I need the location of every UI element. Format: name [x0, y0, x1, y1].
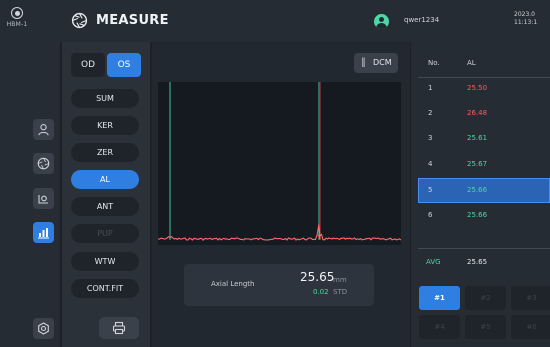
column-header-no: No.: [428, 59, 440, 67]
user-avatar-icon[interactable]: [374, 14, 389, 29]
divider: [418, 77, 550, 78]
eye-os-button[interactable]: OS: [107, 53, 141, 77]
result-label: Axial Length: [211, 280, 255, 288]
slot-2-button[interactable]: #2: [465, 286, 506, 310]
logo-label: HBM-1: [6, 21, 28, 28]
param-wtw-button[interactable]: WTW: [71, 252, 139, 271]
table-row-no: 4: [428, 160, 433, 168]
table-row-no: 6: [428, 211, 433, 219]
printer-icon: [112, 321, 126, 335]
table-row-no: 3: [428, 134, 433, 142]
table-row-al[interactable]: 25.66: [467, 186, 487, 194]
person-icon[interactable]: [33, 119, 54, 140]
column-header-al: AL: [467, 59, 476, 67]
aperture-icon[interactable]: [33, 153, 54, 174]
axial-scan-waveform: [158, 82, 401, 245]
slot-3-button[interactable]: #3: [511, 286, 550, 310]
avg-value: 25.65: [467, 258, 488, 266]
table-row-al[interactable]: 25.50: [467, 84, 487, 92]
time-line: 11:13:1: [514, 19, 538, 26]
hbm-logo-icon[interactable]: HBM-1: [4, 7, 30, 28]
date-line: 2023.0: [514, 11, 535, 18]
table-row-al[interactable]: 25.61: [467, 134, 487, 142]
dcm-button[interactable]: ║ DCM: [354, 53, 398, 73]
result-value: 25.65: [300, 270, 335, 284]
result-unit: mm: [333, 276, 347, 284]
divider: [418, 248, 550, 249]
avg-label: AVG: [426, 258, 441, 266]
username: qwer1234: [404, 16, 440, 24]
eye-od-button[interactable]: OD: [71, 53, 105, 77]
slot-5-button[interactable]: #5: [465, 315, 506, 339]
signal-icon: ║: [361, 58, 366, 67]
bar-chart-icon[interactable]: [33, 222, 54, 243]
slot-6-button[interactable]: #6: [511, 315, 550, 339]
std-label: STD: [333, 288, 348, 296]
print-button[interactable]: [99, 317, 139, 339]
std-value: 0.02: [313, 288, 329, 296]
aperture-icon: [71, 12, 88, 29]
table-row-al[interactable]: 25.67: [467, 160, 487, 168]
signal-trace: [158, 223, 401, 241]
date-time: 2023.0 11:13:1: [514, 11, 537, 27]
slot-4-button[interactable]: #4: [419, 315, 460, 339]
param-ker-button[interactable]: KER: [71, 116, 139, 135]
slot-1-button[interactable]: #1: [419, 286, 460, 310]
table-row-no: 2: [428, 109, 433, 117]
param-al-button[interactable]: AL: [71, 170, 139, 189]
table-row-no: 5: [428, 186, 433, 194]
page-title: MEASURE: [96, 13, 169, 28]
param-pup-button: PUP: [71, 224, 139, 243]
eye-scan-icon[interactable]: [33, 188, 54, 209]
table-row-al[interactable]: 26.48: [467, 109, 487, 117]
table-row-al[interactable]: 25.66: [467, 211, 487, 219]
table-row-no: 1: [428, 84, 433, 92]
param-contfit-button[interactable]: CONT.FIT: [71, 279, 139, 298]
settings-icon[interactable]: [33, 318, 54, 339]
logo-ring-icon: [11, 7, 23, 19]
parameter-panel: [62, 42, 150, 347]
param-ant-button[interactable]: ANT: [71, 197, 139, 216]
param-zer-button[interactable]: ZER: [71, 143, 139, 162]
param-sum-button[interactable]: SUM: [71, 89, 139, 108]
dcm-label: DCM: [373, 58, 392, 67]
